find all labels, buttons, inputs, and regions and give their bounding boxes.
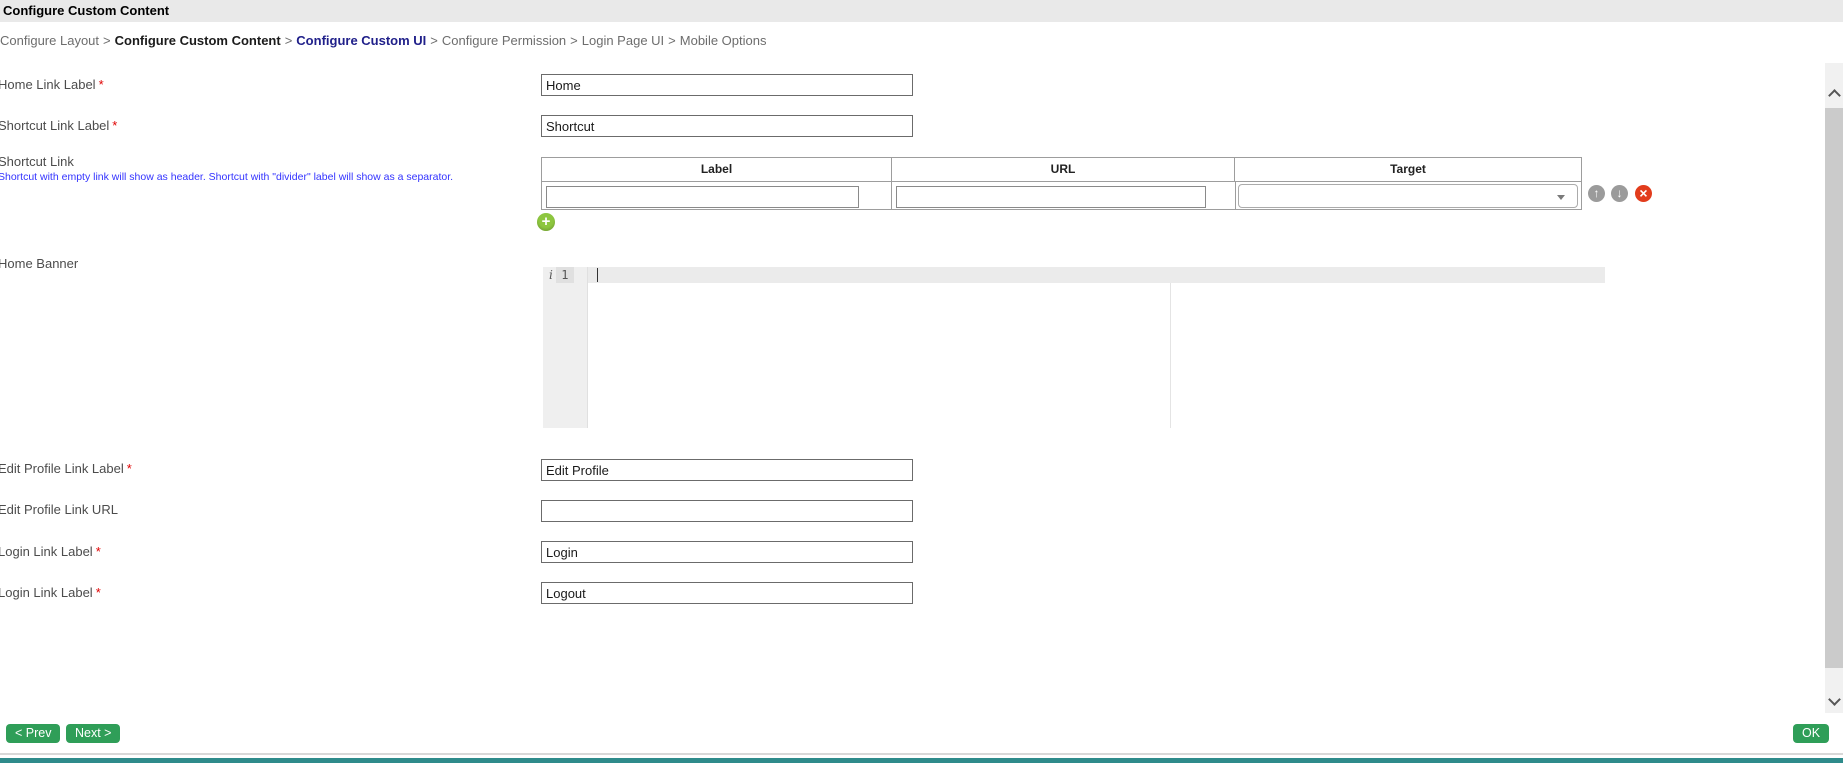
home-link-label: Home Link Label * <box>0 77 104 92</box>
edit-profile-link-label-input[interactable] <box>541 459 913 481</box>
breadcrumb-separator: > <box>570 33 578 48</box>
plus-icon: + <box>541 213 551 230</box>
shortcut-link-table: Label URL Target <box>541 157 1582 210</box>
ok-button[interactable]: OK <box>1793 724 1830 743</box>
breadcrumb: Configure Layout > Configure Custom Conten… <box>0 33 766 48</box>
home-banner-editor[interactable]: i1 <box>543 267 1605 428</box>
shortcut-link-label-input[interactable] <box>541 115 913 137</box>
breadcrumb-item-login-page-ui[interactable]: Login Page UI <box>582 33 664 48</box>
logout-link-label: Login Link Label * <box>0 585 101 600</box>
scrollbar-thumb[interactable] <box>1825 108 1843 668</box>
required-asterisk: * <box>95 544 101 559</box>
column-divider <box>891 182 892 210</box>
footer-accent-bar <box>0 758 1843 763</box>
editor-line-number: 1 <box>555 267 574 283</box>
editor-ruler <box>1170 267 1171 428</box>
login-link-label-input[interactable] <box>541 541 913 563</box>
required-asterisk: * <box>126 461 132 476</box>
breadcrumb-separator: > <box>103 33 111 48</box>
required-asterisk: * <box>112 118 118 133</box>
shortcut-link-help-text: Shortcut with empty link will show as he… <box>0 171 454 183</box>
vertical-scrollbar[interactable] <box>1825 63 1843 713</box>
editor-line-gutter: i1 <box>543 267 588 283</box>
shortcut-target-select[interactable] <box>1238 184 1578 208</box>
home-banner-label: Home Banner <box>0 256 79 271</box>
prev-button[interactable]: < Prev <box>6 724 61 743</box>
scrollbar-up-icon[interactable] <box>1828 89 1841 102</box>
shortcut-label-input[interactable] <box>546 186 859 208</box>
editor-content[interactable] <box>599 267 1605 283</box>
delete-row-button[interactable]: × <box>1635 185 1652 202</box>
next-button[interactable]: Next > <box>66 724 121 743</box>
chevron-down-icon <box>1557 195 1565 200</box>
editor-cursor <box>597 268 598 282</box>
shortcut-link-table-header: Label URL Target <box>542 158 1581 182</box>
breadcrumb-separator: > <box>284 33 293 48</box>
login-link-label: Login Link Label * <box>0 544 101 559</box>
footer-divider <box>0 753 1843 755</box>
arrow-down-icon: ↓ <box>1616 186 1623 200</box>
column-header-target: Target <box>1390 162 1426 176</box>
breadcrumb-item-mobile-options[interactable]: Mobile Options <box>680 33 767 48</box>
breadcrumb-separator: > <box>668 33 676 48</box>
edit-profile-link-label: Edit Profile Link Label * <box>0 461 132 476</box>
breadcrumb-separator: > <box>430 33 438 48</box>
required-asterisk: * <box>98 77 104 92</box>
shortcut-link-label: Shortcut Link Label * <box>0 118 118 133</box>
breadcrumb-item-configure-custom-content[interactable]: Configure Custom Content <box>115 33 281 48</box>
shortcut-url-input[interactable] <box>896 186 1206 208</box>
column-header-url: URL <box>892 158 1235 181</box>
edit-profile-link-url-input[interactable] <box>541 500 913 522</box>
column-divider <box>1235 182 1236 210</box>
logout-link-label-input[interactable] <box>541 582 913 604</box>
scrollbar-down-icon[interactable] <box>1828 693 1841 706</box>
move-down-button[interactable]: ↓ <box>1611 185 1628 202</box>
column-header-label: Label <box>542 158 892 181</box>
add-row-button[interactable]: + <box>537 213 555 231</box>
arrow-up-icon: ↑ <box>1593 186 1600 200</box>
breadcrumb-item-configure-permission[interactable]: Configure Permission <box>442 33 566 48</box>
breadcrumb-item-configure-custom-ui[interactable]: Configure Custom UI <box>296 33 426 48</box>
home-link-label-input[interactable] <box>541 74 913 96</box>
move-up-button[interactable]: ↑ <box>1588 185 1605 202</box>
page-title: Configure Custom Content <box>0 0 1843 22</box>
breadcrumb-item-configure-layout[interactable]: Configure Layout <box>0 33 99 48</box>
shortcut-link-section-label: Shortcut Link <box>0 154 74 169</box>
edit-profile-link-url-label: Edit Profile Link URL <box>0 502 118 517</box>
editor-gutter <box>543 267 588 428</box>
required-asterisk: * <box>95 585 101 600</box>
editor-fold-marker-icon[interactable]: i <box>549 268 553 282</box>
close-icon: × <box>1639 185 1648 201</box>
shortcut-link-table-row <box>542 182 1581 210</box>
